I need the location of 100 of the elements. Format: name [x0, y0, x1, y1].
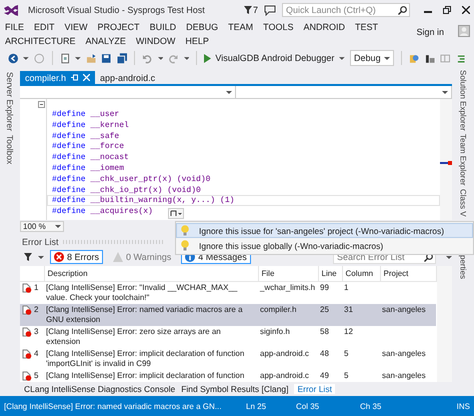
- find-icon[interactable]: [409, 52, 420, 64]
- code-line: #define __iomem: [51, 162, 126, 174]
- table-cell: san-angeles: [382, 371, 426, 380]
- panel-tab[interactable]: Error List: [294, 384, 335, 394]
- quick-action-icon[interactable]: [168, 208, 184, 219]
- configuration-dropdown[interactable]: Debug: [350, 50, 394, 66]
- table-cell: san-angeles: [382, 349, 426, 358]
- close-icon[interactable]: [462, 6, 470, 14]
- scrollbar[interactable]: [436, 266, 452, 382]
- dock-tab[interactable]: Team Explorer: [458, 134, 468, 186]
- editor-tab[interactable]: compiler.h: [20, 71, 96, 84]
- menu-item[interactable]: WINDOW: [136, 34, 186, 48]
- errors-filter-button[interactable]: 8 Errors: [50, 250, 104, 264]
- column-header[interactable]: File: [258, 266, 318, 282]
- table-cell: 1: [344, 283, 348, 292]
- scrollbar[interactable]: [440, 99, 452, 220]
- collapse-icon[interactable]: [38, 101, 45, 108]
- caret-icon[interactable]: [339, 56, 346, 60]
- table-cell: siginfo.h: [260, 327, 290, 336]
- menu-item[interactable]: DEBUG: [186, 20, 228, 34]
- table-cell: [Clang IntelliSense] Error: zero size arrays are an extension: [46, 327, 221, 346]
- caret-icon: [55, 224, 61, 228]
- row-number: 5: [34, 371, 38, 381]
- line-indicator: Ln 25: [246, 402, 268, 410]
- panel-tab[interactable]: Find Symbol Results [Clang]: [181, 384, 288, 394]
- insert-mode-indicator: INS: [456, 402, 470, 410]
- column-header[interactable]: Project: [380, 266, 436, 282]
- menu-item[interactable]: VIEW: [64, 20, 98, 34]
- dock-tab[interactable]: Server Explorer: [5, 72, 15, 132]
- dock-tab[interactable]: Class V: [458, 188, 468, 216]
- column-indicator: Col 35: [296, 402, 320, 410]
- table-cell: 5: [344, 349, 348, 358]
- sign-in-link[interactable]: Sign in: [416, 27, 444, 38]
- filter-icon[interactable]: [24, 253, 32, 261]
- column-header[interactable]: Line: [318, 266, 342, 282]
- table-cell: app-android.c: [260, 371, 309, 380]
- table-cell: 58: [320, 327, 329, 336]
- caret-icon: [384, 56, 390, 60]
- error-icon: [54, 252, 64, 262]
- caret-icon[interactable]: [442, 90, 448, 94]
- quick-action-item[interactable]: Ignore this issue for 'san-angeles' project (-Wno-variadic-macros): [176, 223, 473, 238]
- menu-item[interactable]: TEST: [354, 20, 388, 34]
- table-cell: [Clang IntelliSense] Error: implicit declaration of function 'importGLInit' is invalid in C99: [46, 349, 244, 368]
- warnings-filter-button[interactable]: 0 Warnings: [109, 250, 176, 264]
- table-cell: 49: [320, 371, 329, 380]
- column-header[interactable]: Column: [342, 266, 380, 282]
- menu-item[interactable]: TOOLS: [263, 20, 304, 34]
- save-all-icon[interactable]: [116, 52, 128, 64]
- back-icon[interactable]: [8, 52, 18, 64]
- code-line: #define __nocast: [51, 152, 130, 163]
- zoom-dropdown[interactable]: 100 %: [20, 220, 64, 232]
- quick-action-item[interactable]: Ignore this issue globally (-Wno-variadic-macros): [176, 238, 473, 253]
- caret-icon[interactable]: [184, 56, 190, 60]
- editor-tab[interactable]: app-android.c: [95, 71, 160, 84]
- menu-item[interactable]: FILE: [5, 20, 34, 34]
- menu-item[interactable]: TEAM: [228, 20, 264, 34]
- new-project-icon[interactable]: [60, 52, 70, 64]
- menu-item[interactable]: HELP: [185, 34, 219, 48]
- code-line: #define __chk_io_ptr(x) (void)0: [51, 184, 202, 196]
- dock-tab[interactable]: Toolbox: [5, 135, 15, 164]
- menu-item[interactable]: ANALYZE: [86, 34, 136, 48]
- comment-icon[interactable]: [456, 52, 466, 64]
- restore-icon[interactable]: [443, 6, 451, 14]
- save-icon[interactable]: [101, 52, 112, 64]
- code-line: #define __safe: [51, 130, 120, 142]
- caret-icon[interactable]: [158, 56, 164, 60]
- code-line: #define __acquires(x): [51, 206, 154, 217]
- table-cell: 31: [344, 305, 353, 314]
- column-header[interactable]: Description: [44, 266, 258, 282]
- table-cell: [Clang IntelliSense] Error: named variadic macros are a GNU extension: [46, 305, 243, 324]
- window-title: Microsoft Visual Studio - Sysprogs Test Host: [28, 5, 206, 15]
- menu-item[interactable]: BUILD: [150, 20, 186, 34]
- dock-tab[interactable]: perties: [458, 255, 468, 280]
- caret-icon[interactable]: [38, 256, 44, 258]
- code-line: #define __force: [51, 141, 126, 152]
- panel-tab[interactable]: CLang IntelliSense Diagnostics Console: [24, 384, 176, 394]
- table-cell: [Clang IntelliSense] Error: "Invalid __WCHAR_MAX__ value. Check your toolchain!": [46, 283, 238, 302]
- filter-icon: [244, 6, 252, 14]
- caret-icon[interactable]: [226, 90, 232, 94]
- row-number: 4: [34, 349, 38, 359]
- menu-item[interactable]: ARCHITECTURE: [5, 34, 86, 48]
- feedback-icon[interactable]: [264, 4, 276, 16]
- warning-icon: [113, 252, 124, 262]
- pin-icon[interactable]: [71, 74, 78, 81]
- menu-item[interactable]: ANDROID: [303, 20, 355, 34]
- caret-icon[interactable]: [23, 56, 30, 60]
- table-cell: app-android.c: [260, 349, 309, 358]
- table-cell: 12: [344, 327, 353, 336]
- start-debugging-button[interactable]: VisualGDB Android Debugger: [204, 53, 334, 63]
- menu-item[interactable]: EDIT: [34, 20, 65, 34]
- visual-studio-logo: [4, 4, 18, 16]
- panel-title: Error List: [22, 237, 59, 247]
- open-folder-icon[interactable]: [86, 52, 96, 64]
- dock-tab[interactable]: Solution Explorer: [458, 70, 468, 131]
- notifications-button[interactable]: 7: [244, 5, 258, 15]
- indent-icon[interactable]: [424, 52, 436, 64]
- menu-item[interactable]: PROJECT: [98, 20, 150, 34]
- caret-icon[interactable]: [75, 56, 81, 60]
- play-icon: [204, 54, 212, 62]
- quick-launch-field[interactable]: Quick Launch (Ctrl+Q): [282, 3, 410, 17]
